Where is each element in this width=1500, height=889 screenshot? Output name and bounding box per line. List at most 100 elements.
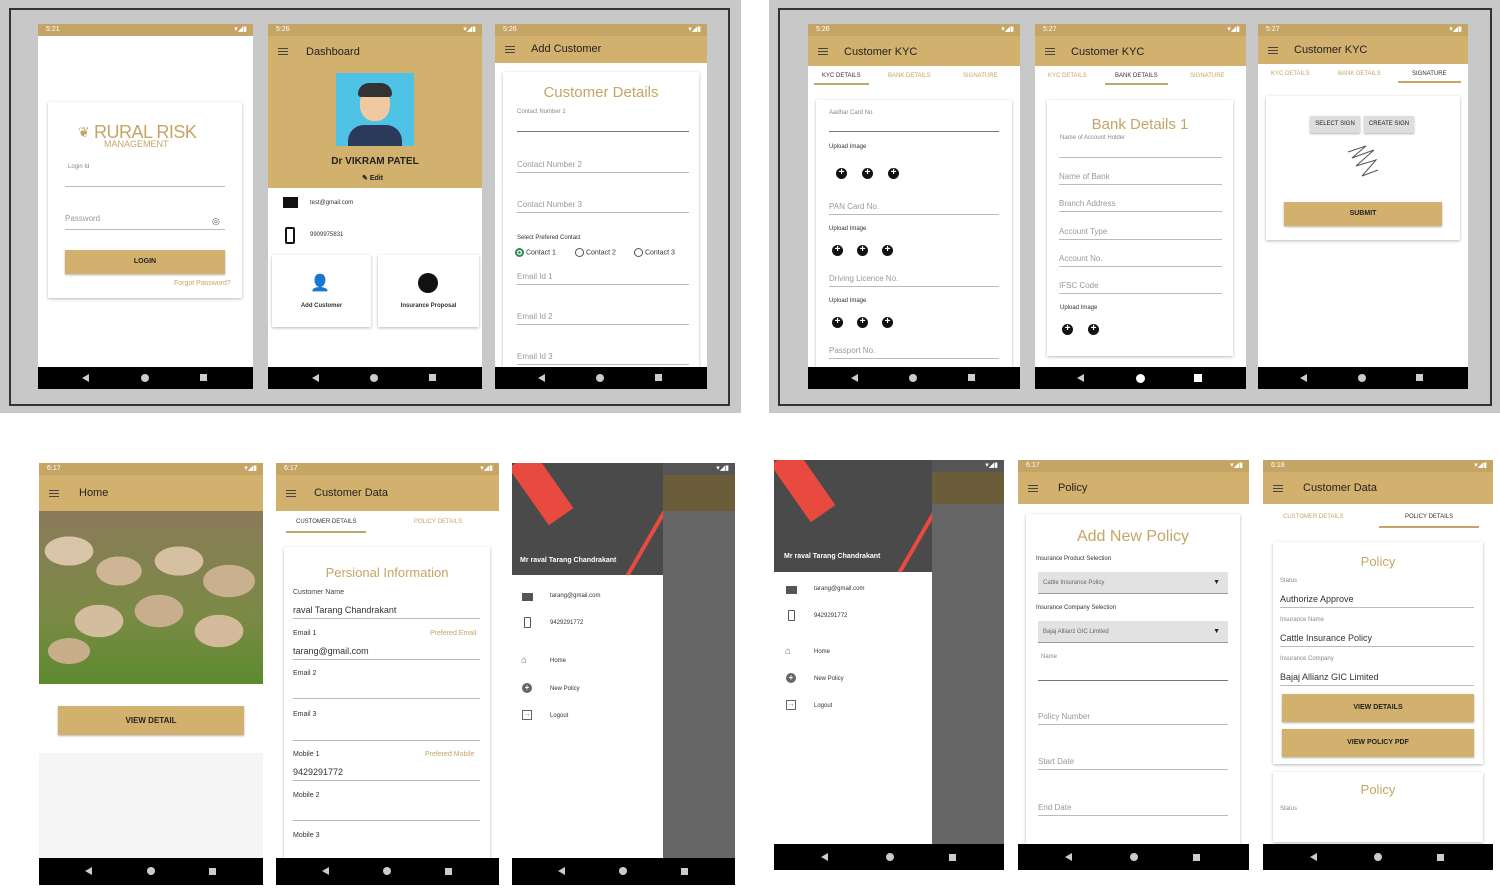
radio-contact1[interactable]: Contact 1	[515, 248, 556, 257]
start-date-field[interactable]: Start Date	[1038, 757, 1228, 770]
recents-icon[interactable]	[209, 868, 216, 875]
back-icon[interactable]	[312, 374, 319, 382]
home-icon[interactable]	[619, 867, 627, 875]
home-icon[interactable]	[1358, 374, 1366, 382]
recents-icon[interactable]	[1194, 374, 1202, 382]
back-icon[interactable]	[1300, 374, 1307, 382]
back-icon[interactable]	[821, 853, 828, 861]
pan-field[interactable]: PAN Card No.	[829, 202, 999, 215]
tab-policy-details[interactable]: POLICY DETAILS	[414, 519, 462, 525]
tab-signature[interactable]: SIGNATURE	[963, 73, 998, 79]
back-icon[interactable]	[82, 374, 89, 382]
add-image-icon[interactable]: +	[832, 317, 843, 328]
home-icon[interactable]	[383, 867, 391, 875]
home-icon[interactable]	[370, 374, 378, 382]
back-icon[interactable]	[85, 867, 92, 875]
contact3-field[interactable]: Contact Number 3	[517, 200, 689, 213]
account-type-field[interactable]: Account Type	[1059, 227, 1222, 240]
home-icon[interactable]	[1136, 374, 1145, 383]
name-field[interactable]	[1038, 664, 1228, 681]
back-icon[interactable]	[538, 374, 545, 382]
menu-icon[interactable]	[49, 490, 59, 491]
product-select[interactable]: Cattle Insurance Policy ▼	[1038, 572, 1228, 594]
tab-kyc-details[interactable]: KYC DETAILS	[814, 73, 869, 85]
tab-customer-details[interactable]: CUSTOMER DETAILS	[286, 519, 367, 533]
add-image-icon[interactable]: +	[882, 245, 893, 256]
add-image-icon[interactable]: +	[857, 245, 868, 256]
login-id-field[interactable]	[65, 170, 225, 187]
recents-icon[interactable]	[1193, 854, 1200, 861]
drawer-item-logout[interactable]: → Logout	[520, 710, 660, 724]
login-button[interactable]: LOGIN	[65, 250, 225, 274]
back-icon[interactable]	[1077, 374, 1084, 382]
drawer-item-new-policy[interactable]: + New Policy	[784, 673, 924, 687]
insurance-company-field[interactable]: Bajaj Allianz GIC Limited	[1280, 672, 1474, 686]
policy-number-field[interactable]: Policy Number	[1038, 712, 1228, 725]
submit-button[interactable]: SUBMIT	[1284, 202, 1442, 226]
back-icon[interactable]	[1310, 853, 1317, 861]
recents-icon[interactable]	[445, 868, 452, 875]
view-details-button[interactable]: VIEW DETAILS	[1282, 694, 1474, 722]
aadhar-field[interactable]	[829, 117, 999, 132]
email3-field[interactable]	[293, 727, 480, 741]
tab-customer-details[interactable]: CUSTOMER DETAILS	[1283, 514, 1343, 520]
drawer-item-new-policy[interactable]: + New Policy	[520, 683, 660, 697]
driving-field[interactable]: Driving Licence No.	[829, 274, 999, 287]
tab-bank-details[interactable]: BANK DETAILS	[1105, 73, 1168, 85]
ifsc-field[interactable]: IFSC Code	[1059, 281, 1222, 294]
password-field[interactable]: Password	[65, 214, 225, 230]
passport-field[interactable]: Passport No.	[829, 346, 999, 359]
back-icon[interactable]	[851, 374, 858, 382]
customer-name-field[interactable]: raval Tarang Chandrakant	[293, 605, 480, 619]
drawer-item-logout[interactable]: → Logout	[784, 700, 924, 714]
menu-icon[interactable]	[505, 46, 515, 47]
company-select[interactable]: Bajaj Allianz GIC Limited ▼	[1038, 621, 1228, 643]
select-sign-button[interactable]: SELECT SIGN	[1310, 116, 1360, 133]
account-no-field[interactable]: Account No.	[1059, 254, 1222, 267]
drawer-item-home[interactable]: ⌂ Home	[784, 646, 924, 660]
insurance-proposal-card[interactable]: Insurance Proposal	[378, 255, 479, 327]
visibility-off-icon[interactable]: ◎	[212, 216, 220, 227]
recents-icon[interactable]	[681, 868, 688, 875]
branch-field[interactable]: Branch Address	[1059, 199, 1222, 212]
email3-field[interactable]: Email Id 3	[517, 352, 689, 365]
home-icon[interactable]	[886, 853, 894, 861]
view-detail-button[interactable]: VIEW DETAIL	[58, 706, 244, 735]
recents-icon[interactable]	[968, 374, 975, 381]
contact1-field[interactable]	[517, 116, 689, 132]
radio-contact2[interactable]: Contact 2	[575, 248, 616, 257]
add-image-icon[interactable]: +	[862, 168, 873, 179]
back-icon[interactable]	[1065, 853, 1072, 861]
bank-name-field[interactable]: Name of Bank	[1059, 172, 1222, 185]
menu-icon[interactable]	[286, 490, 296, 491]
menu-icon[interactable]	[278, 48, 288, 49]
edit-button[interactable]: ✎ Edit	[362, 174, 383, 182]
create-sign-button[interactable]: CREATE SIGN	[1364, 116, 1414, 133]
recents-icon[interactable]	[655, 374, 662, 381]
add-image-icon[interactable]: +	[857, 317, 868, 328]
recents-icon[interactable]	[200, 374, 207, 381]
forgot-password-link[interactable]: Forgot Password?	[174, 280, 231, 287]
add-image-icon[interactable]: +	[836, 168, 847, 179]
add-image-icon[interactable]: +	[888, 168, 899, 179]
email2-field[interactable]	[293, 685, 480, 699]
tab-bank-details[interactable]: BANK DETAILS	[1338, 71, 1381, 77]
mobile1-field[interactable]: 9429291772	[293, 767, 480, 781]
add-image-icon[interactable]: +	[1088, 324, 1099, 335]
menu-icon[interactable]	[1268, 47, 1278, 48]
email1-field[interactable]: Email Id 1	[517, 272, 689, 285]
menu-icon[interactable]	[818, 48, 828, 49]
tab-signature[interactable]: SIGNATURE	[1190, 73, 1225, 79]
recents-icon[interactable]	[429, 374, 436, 381]
tab-kyc-details[interactable]: KYC DETAILS	[1271, 71, 1310, 77]
insurance-name-field[interactable]: Cattle Insurance Policy	[1280, 633, 1474, 647]
menu-icon[interactable]	[1273, 485, 1283, 486]
tab-signature[interactable]: SIGNATURE	[1398, 71, 1461, 83]
home-icon[interactable]	[1130, 853, 1138, 861]
end-date-field[interactable]: End Date	[1038, 803, 1228, 816]
recents-icon[interactable]	[949, 854, 956, 861]
home-icon[interactable]	[1374, 853, 1382, 861]
home-icon[interactable]	[909, 374, 917, 382]
add-image-icon[interactable]: +	[832, 245, 843, 256]
email1-field[interactable]: tarang@gmail.com	[293, 646, 480, 660]
